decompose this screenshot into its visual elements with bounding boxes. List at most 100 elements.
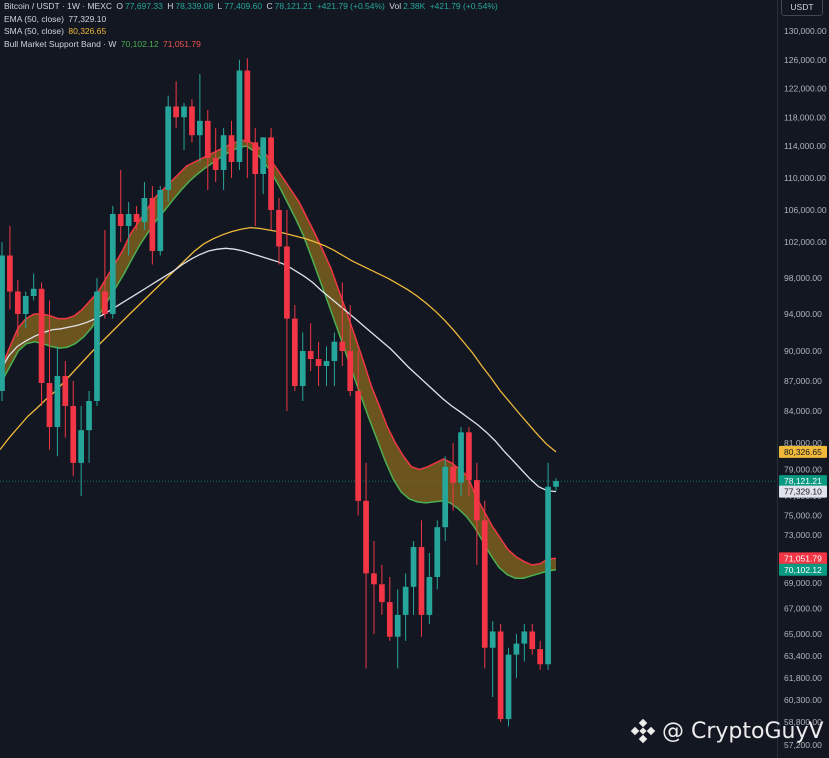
candle-body	[94, 291, 100, 401]
price-tag-label: 80,326.65	[784, 447, 822, 457]
binance-logo-icon	[630, 718, 656, 744]
candle-body	[299, 351, 306, 386]
candle-body	[458, 432, 464, 483]
price-axis-label: 87,000.00	[784, 376, 822, 386]
candle-body	[22, 296, 29, 314]
low-value: 77,409.60	[224, 1, 263, 11]
candle-body	[513, 643, 520, 655]
candle-body	[284, 246, 290, 319]
candle-body	[489, 631, 496, 648]
candle-body	[220, 135, 227, 170]
candle-body	[62, 376, 69, 406]
candle-body	[450, 466, 456, 483]
candle-body	[86, 401, 92, 431]
candle-body	[117, 214, 124, 226]
watermark: @ CryptoGuyV	[630, 716, 824, 746]
candle-body	[426, 577, 433, 615]
candle-body	[197, 120, 203, 136]
price-axis-label: 122,000.00	[784, 84, 827, 94]
candle-body	[252, 142, 259, 174]
chart-legend: Bitcoin / USDT · 1W · MEXC O 77,697.33 H7…	[4, 0, 500, 50]
price-chart[interactable]: 130,000.00 126,000.00 122,000.00 118,000.00…	[0, 0, 829, 758]
candle-body	[466, 432, 472, 481]
open-value: 77,697.33	[125, 1, 163, 11]
price-axis-label: 114,000.00	[784, 141, 826, 151]
candle-body	[54, 376, 61, 427]
price-axis-label: 126,000.00	[784, 55, 827, 65]
candle-body	[125, 214, 132, 226]
close-value: 78,121.21	[274, 1, 313, 11]
candle-body	[181, 106, 187, 118]
candle-body	[165, 106, 172, 190]
candle-body	[331, 341, 338, 361]
price-axis-label: 65,000.00	[784, 629, 822, 639]
price-axis-label: 61,800.00	[784, 673, 822, 683]
price-axis-label: 110,000.00	[784, 173, 826, 183]
candle-body	[102, 291, 108, 314]
change-value: +421.79 (+0.54%)	[316, 1, 385, 11]
candle-body	[268, 137, 274, 210]
candle-body	[537, 649, 544, 665]
price-axis-label: 94,000.00	[784, 309, 822, 319]
candle-body	[236, 70, 243, 162]
candle-body	[38, 288, 45, 383]
sma-value: 80,326.65	[68, 26, 107, 36]
ema-value: 77,329.10	[68, 13, 107, 24]
candle-body	[545, 486, 551, 665]
price-tag-label: 77,329.10	[784, 487, 822, 497]
candle-body	[173, 106, 179, 118]
price-axis-label: 90,000.00	[784, 346, 822, 356]
candle-body	[109, 214, 116, 314]
band-lower-value: 71,051.79	[163, 38, 201, 49]
candle-body	[0, 255, 5, 391]
candle-body	[30, 288, 37, 296]
candle-body	[260, 137, 267, 174]
candle-body	[553, 481, 559, 487]
candle-body	[402, 586, 409, 615]
candle-body	[78, 430, 84, 463]
candle-body	[323, 361, 330, 366]
candle-body	[371, 573, 377, 585]
band-upper-value: 70,102.12	[120, 38, 159, 49]
candle-body	[315, 359, 322, 366]
price-axis-label: 75,000.00	[784, 511, 822, 521]
candle-body	[505, 654, 512, 720]
ema-legend-row[interactable]: EMA (50, close) 77,329.10	[4, 13, 500, 26]
candle-body	[204, 120, 211, 158]
currency-button[interactable]: USDT	[781, 0, 823, 16]
candle-body	[481, 520, 488, 648]
price-axis-label: 106,000.00	[784, 205, 827, 215]
candles	[0, 58, 559, 727]
candle-body	[442, 466, 449, 528]
price-tag-label: 71,051.79	[784, 553, 822, 563]
candle-body	[212, 158, 219, 170]
price-axis-label: 63,400.00	[784, 651, 822, 661]
symbol-row: Bitcoin / USDT · 1W · MEXC O 77,697.33 H7…	[4, 1, 498, 11]
candle-body	[418, 547, 425, 615]
candle-body	[363, 500, 369, 574]
volume-change: +421.79 (+0.54%)	[429, 1, 498, 11]
candle-body	[379, 584, 385, 603]
symbol-name[interactable]: Bitcoin / USDT · 1W · MEXC	[4, 1, 112, 11]
candle-body	[133, 214, 140, 222]
price-tag-label: 70,102.12	[784, 565, 822, 575]
sma-legend-row[interactable]: SMA (50, close) 80,326.65	[4, 25, 500, 38]
price-axis-label: 60,300.00	[784, 695, 822, 705]
price-axis: 130,000.00 126,000.00 122,000.00 118,000.00…	[784, 26, 827, 750]
candle-body	[291, 318, 298, 386]
candle-body	[497, 631, 504, 720]
price-axis-label: 67,000.00	[784, 604, 822, 614]
price-axis-label: 102,000.00	[784, 237, 827, 247]
candle-body	[70, 406, 77, 463]
candle-body	[434, 527, 441, 577]
price-axis-label: 130,000.00	[784, 26, 827, 36]
candle-body	[410, 547, 417, 587]
candle-body	[46, 383, 53, 427]
band-legend-row[interactable]: Bull Market Support Band · W 70,102.12 7…	[4, 38, 500, 51]
candle-body	[157, 190, 164, 251]
price-axis-label: 118,000.00	[784, 112, 826, 122]
candle-body	[529, 631, 536, 650]
candle-body	[307, 351, 314, 359]
candle-body	[189, 106, 195, 136]
candle-body	[394, 614, 401, 637]
